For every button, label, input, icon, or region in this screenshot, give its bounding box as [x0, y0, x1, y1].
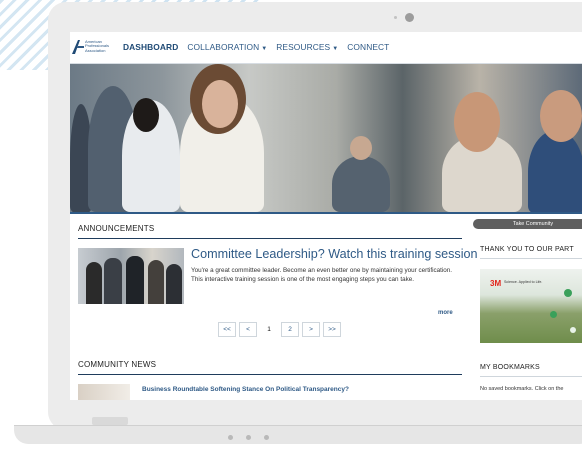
site-logo[interactable]: American Professionals Association	[72, 38, 118, 56]
announcement-body: You're a great committee leader. Become …	[191, 267, 453, 283]
laptop-hinge	[92, 417, 128, 425]
news-thumbnail[interactable]	[78, 384, 130, 400]
take-community-tab[interactable]: Take Community	[473, 219, 582, 229]
person-face	[202, 80, 238, 128]
sponsor-tagline: Science. Applied to Life.	[504, 280, 543, 284]
announcements-rule	[78, 238, 462, 239]
logo-mark-icon	[72, 40, 84, 54]
announcement-thumbnail[interactable]	[78, 248, 184, 304]
nav-item-connect[interactable]: CONNECT	[347, 42, 389, 52]
next-page-button[interactable]: >	[302, 322, 320, 337]
nav-item-label: DASHBOARD	[123, 42, 179, 52]
person-figure	[126, 256, 144, 304]
person-figure	[166, 264, 182, 304]
person-figure	[528, 130, 582, 212]
leaf-icon	[564, 289, 572, 297]
leaf-icon	[570, 327, 576, 333]
sponsor-banner[interactable]: 3M Science. Applied to Life.	[480, 269, 582, 343]
person-head	[350, 136, 372, 160]
sponsors-rule	[480, 258, 582, 259]
sponsor-logo: 3M	[490, 279, 502, 288]
hero-banner	[70, 64, 582, 212]
community-news-title: COMMUNITY NEWS	[78, 360, 157, 369]
nav-item-dashboard[interactable]: DASHBOARD	[123, 42, 178, 52]
nav-item-collaboration[interactable]: COLLABORATION ▼	[187, 42, 267, 52]
nav-item-label: COLLABORATION	[187, 42, 260, 52]
first-page-button[interactable]: <<	[218, 322, 236, 337]
community-news-rule	[78, 374, 462, 375]
sponsors-title: THANK YOU TO OUR PART	[480, 246, 574, 253]
person-figure	[104, 258, 122, 304]
bookmarks-empty-text: No saved bookmarks. Click on the	[480, 386, 564, 392]
announcements-title: ANNOUNCEMENTS	[78, 224, 155, 233]
logo-text: American Professionals Association	[85, 39, 110, 53]
bookmarks-rule	[480, 376, 582, 377]
leaf-icon	[550, 311, 557, 318]
person-head	[133, 98, 159, 132]
nav-item-resources[interactable]: RESOURCES ▼	[276, 42, 338, 52]
more-link[interactable]: more	[438, 310, 453, 316]
top-nav: American Professionals Association DASHB…	[70, 32, 582, 62]
camera	[405, 13, 414, 22]
pagination: << < 1 2 > >>	[218, 322, 341, 337]
base-dot	[264, 435, 269, 440]
page-1-button[interactable]: 1	[260, 322, 278, 337]
page-2-button[interactable]: 2	[281, 322, 299, 337]
person-head	[540, 90, 582, 142]
person-figure	[332, 156, 390, 212]
nav-menu: DASHBOARD COLLABORATION ▼ RESOURCES ▼ CONN…	[123, 42, 389, 52]
hero-underline	[70, 212, 582, 214]
person-figure	[86, 262, 102, 304]
camera-sensor	[394, 16, 397, 19]
laptop-base	[14, 425, 582, 444]
announcement-headline[interactable]: Committee Leadership? Watch this trainin…	[191, 247, 478, 261]
nav-item-label: CONNECT	[347, 42, 390, 52]
news-item-link[interactable]: Business Roundtable Softening Stance On …	[142, 386, 349, 393]
base-dot	[246, 435, 251, 440]
bookmarks-title: MY BOOKMARKS	[480, 364, 540, 371]
laptop-screen: American Professionals Association DASHB…	[70, 32, 582, 400]
person-figure	[148, 260, 164, 304]
base-dot	[228, 435, 233, 440]
caret-down-icon: ▼	[261, 46, 268, 52]
caret-down-icon: ▼	[332, 46, 339, 52]
person-head	[454, 92, 500, 152]
last-page-button[interactable]: >>	[323, 322, 341, 337]
prev-page-button[interactable]: <	[239, 322, 257, 337]
nav-item-label: RESOURCES	[276, 42, 331, 52]
